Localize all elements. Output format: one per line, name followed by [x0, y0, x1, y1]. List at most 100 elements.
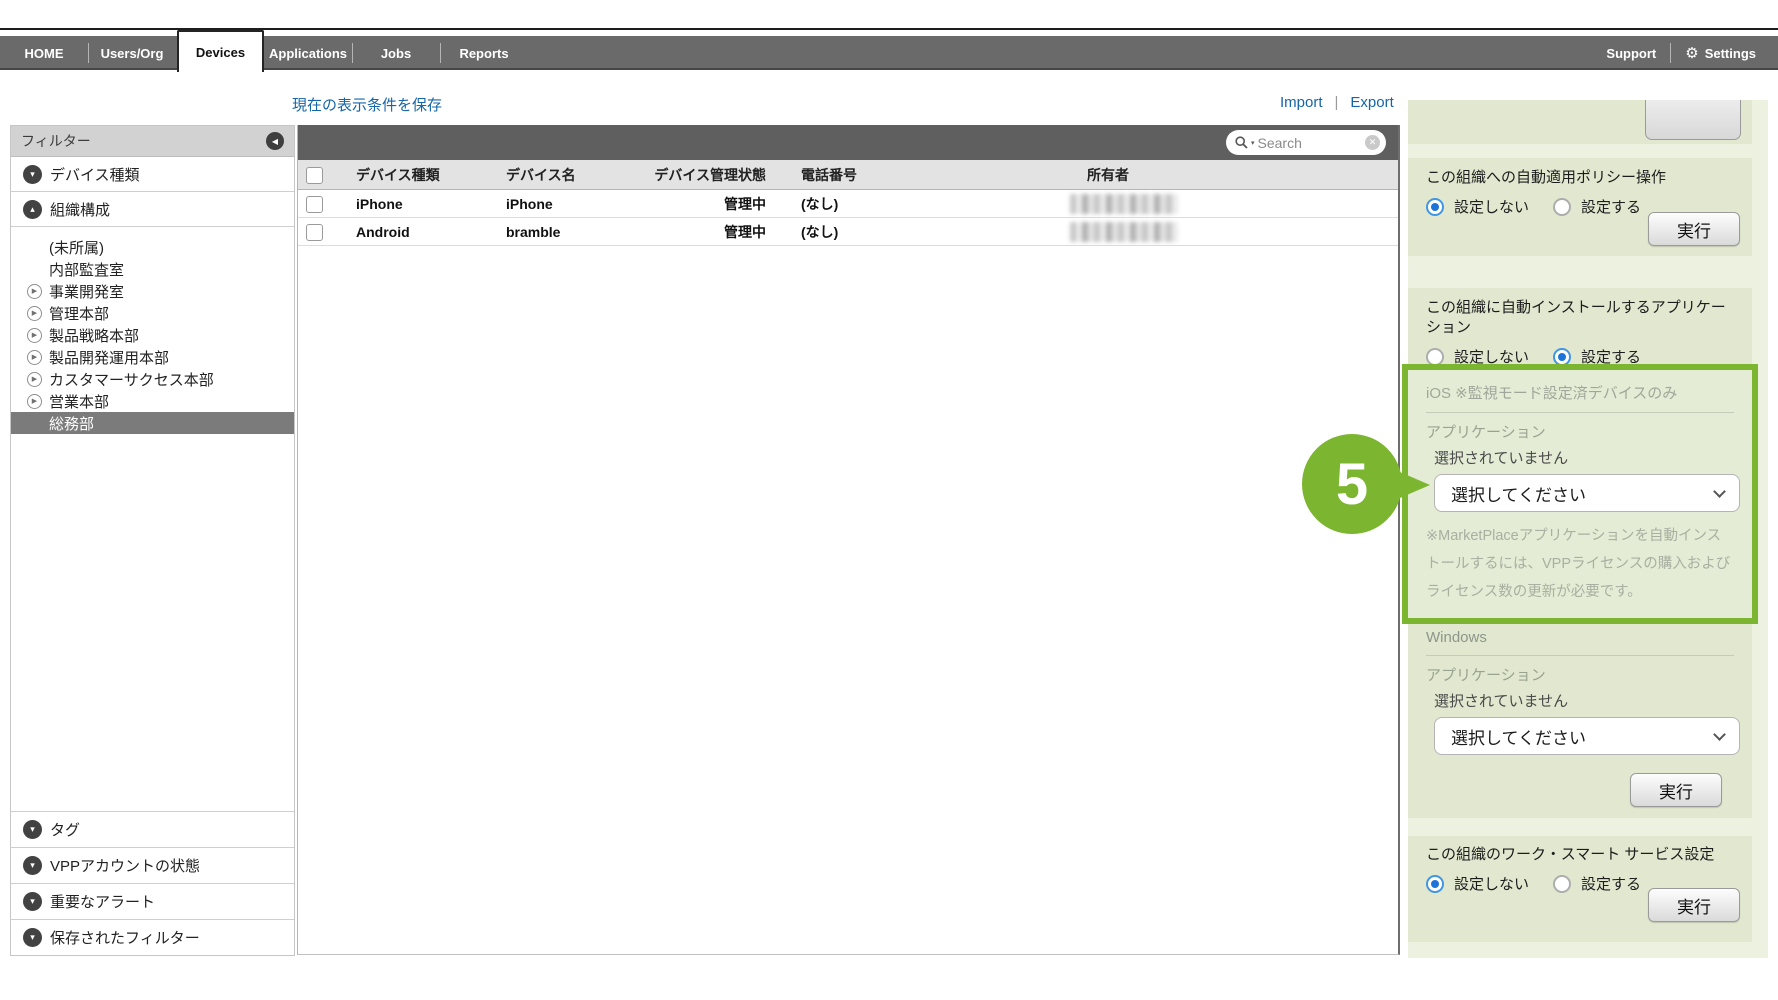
org-tree-item-unassigned[interactable]: (未所属) — [11, 236, 294, 258]
tree-expand-icon[interactable]: ▶ — [27, 350, 42, 365]
cell-owner-redacted — [1070, 194, 1178, 214]
settings-link[interactable]: Settings — [1705, 46, 1756, 61]
chevron-up-icon: ▴ — [23, 200, 42, 219]
device-table-area: ▾ ✕ デバイス種類 デバイス名 デバイス管理状態 電話番号 所有者 iPhon… — [297, 125, 1400, 955]
cell-device-name: iPhone — [506, 190, 553, 218]
search-input[interactable] — [1258, 135, 1362, 151]
radio-install-off[interactable] — [1426, 348, 1444, 366]
chevron-down-icon: ▾ — [23, 856, 42, 875]
app-root: HOME Users/Org Applications Jobs Reports… — [0, 0, 1778, 1000]
nav-item-applications[interactable]: Applications — [264, 36, 352, 70]
nav-tabs: HOME Users/Org Applications Jobs Reports — [0, 36, 528, 70]
ios-app-select[interactable]: 選択してください — [1434, 474, 1740, 512]
cell-phone: (なし) — [801, 190, 838, 218]
tree-expand-icon[interactable]: ▶ — [27, 372, 42, 387]
cell-device-name: bramble — [506, 218, 560, 246]
org-tree-item-general-affairs-selected[interactable]: 総務部 — [11, 412, 294, 434]
radio-install-on-selected[interactable] — [1553, 348, 1571, 366]
tab-devices-active[interactable]: Devices — [177, 30, 264, 72]
chevron-down-icon: ▾ — [23, 820, 42, 839]
chevron-down-icon: ▾ — [23, 928, 42, 947]
row-checkbox[interactable] — [306, 224, 323, 241]
org-tree-item-product-devops[interactable]: ▶ 製品開発運用本部 — [11, 346, 294, 368]
partial-execute-button[interactable] — [1645, 100, 1741, 140]
org-tree-item-business-dev[interactable]: ▶ 事業開発室 — [11, 280, 294, 302]
org-settings-panel: この組織への自動適用ポリシー操作 設定しない 設定する 実行 この組織に自動イン… — [1408, 100, 1768, 958]
section-label: タグ — [50, 819, 80, 840]
section-title: この組織への自動適用ポリシー操作 — [1426, 168, 1734, 188]
radio-policy-on[interactable] — [1553, 198, 1571, 216]
org-label: 製品開発運用本部 — [49, 347, 169, 368]
org-tree-item-admin-hq[interactable]: ▶ 管理本部 — [11, 302, 294, 324]
org-tree-item-internal-audit[interactable]: 内部監査室 — [11, 258, 294, 280]
save-view-conditions-link[interactable]: 現在の表示条件を保存 — [292, 94, 442, 115]
import-link[interactable]: Import — [1280, 94, 1323, 111]
sidebar-section-device-type[interactable]: ▾ デバイス種類 — [11, 157, 294, 192]
org-tree-item-sales-hq[interactable]: ▶ 営業本部 — [11, 390, 294, 412]
chevron-down-icon — [1713, 728, 1726, 741]
radio-label[interactable]: 設定する — [1581, 196, 1641, 217]
windows-app-select[interactable]: 選択してください — [1434, 717, 1740, 755]
sidebar-section-saved-filters[interactable]: ▾ 保存されたフィルター — [11, 919, 294, 955]
tree-expand-icon[interactable]: ▶ — [27, 284, 42, 299]
nav-item-home[interactable]: HOME — [0, 36, 88, 70]
column-header-phone[interactable]: 電話番号 — [801, 160, 857, 190]
windows-application-label: アプリケーション — [1426, 664, 1734, 685]
cell-owner-redacted — [1070, 222, 1178, 242]
row-checkbox[interactable] — [306, 196, 323, 213]
sidebar-spacer — [11, 434, 294, 811]
sidebar-section-tags[interactable]: ▾ タグ — [11, 811, 294, 847]
radio-label[interactable]: 設定しない — [1454, 196, 1529, 217]
radio-policy-off-selected[interactable] — [1426, 198, 1444, 216]
table-row[interactable]: Android bramble 管理中 (なし) — [298, 218, 1398, 246]
section-label: 組織構成 — [50, 199, 110, 220]
panel-section-auto-policy: この組織への自動適用ポリシー操作 設定しない 設定する 実行 — [1408, 158, 1752, 256]
sidebar-section-important-alerts[interactable]: ▾ 重要なアラート — [11, 883, 294, 919]
org-label: 管理本部 — [49, 303, 109, 324]
button-row: 実行 — [1426, 773, 1734, 807]
execute-policy-button[interactable]: 実行 — [1648, 212, 1740, 246]
clear-search-icon[interactable]: ✕ — [1365, 135, 1380, 150]
column-header-owner[interactable]: 所有者 — [1087, 160, 1129, 190]
nav-item-users-org[interactable]: Users/Org — [88, 36, 176, 70]
radio-worksmart-off-selected[interactable] — [1426, 875, 1444, 893]
cell-device-type: iPhone — [356, 190, 403, 218]
search-scope-caret-icon[interactable]: ▾ — [1251, 139, 1255, 147]
tree-expand-icon[interactable]: ▶ — [27, 328, 42, 343]
table-header-row: デバイス種類 デバイス名 デバイス管理状態 電話番号 所有者 — [298, 160, 1398, 190]
execute-worksmart-button[interactable]: 実行 — [1648, 888, 1740, 922]
nav-item-jobs[interactable]: Jobs — [352, 36, 440, 70]
radio-worksmart-on[interactable] — [1553, 875, 1571, 893]
execute-install-button[interactable]: 実行 — [1630, 773, 1722, 807]
column-header-mgmt-status[interactable]: デバイス管理状態 — [618, 160, 766, 190]
table-row[interactable]: iPhone iPhone 管理中 (なし) — [298, 190, 1398, 218]
column-header-device-name[interactable]: デバイス名 — [506, 160, 576, 190]
tree-expand-icon[interactable]: ▶ — [27, 306, 42, 321]
section-title: この組織のワーク・スマート サービス設定 — [1426, 845, 1734, 865]
sidebar-section-org-structure[interactable]: ▴ 組織構成 — [11, 192, 294, 227]
radio-label[interactable]: 設定する — [1581, 873, 1641, 894]
radio-label[interactable]: 設定しない — [1454, 873, 1529, 894]
select-all-checkbox[interactable] — [306, 167, 323, 184]
select-value: 選択してください — [1451, 724, 1586, 749]
windows-not-selected-text: 選択されていません — [1434, 690, 1734, 711]
nav-item-reports[interactable]: Reports — [440, 36, 528, 70]
org-label: 事業開発室 — [49, 281, 124, 302]
nav-separator — [1670, 43, 1671, 63]
cell-mgmt-status: 管理中 — [618, 190, 766, 218]
org-tree-item-product-strategy[interactable]: ▶ 製品戦略本部 — [11, 324, 294, 346]
support-link[interactable]: Support — [1606, 46, 1656, 61]
filter-title: フィルター — [21, 131, 266, 151]
tree-expand-icon[interactable]: ▶ — [27, 394, 42, 409]
chevron-down-icon: ▾ — [23, 165, 42, 184]
org-tree-item-customer-success[interactable]: ▶ カスタマーサクセス本部 — [11, 368, 294, 390]
column-header-device-type[interactable]: デバイス種類 — [356, 160, 440, 190]
nav-right-links: Support ⚙ Settings — [1606, 36, 1756, 70]
search-box[interactable]: ▾ ✕ — [1226, 130, 1386, 155]
collapse-sidebar-button[interactable]: ◀ — [266, 132, 284, 150]
sidebar-section-vpp-account-status[interactable]: ▾ VPPアカウントの状態 — [11, 847, 294, 883]
org-tree: (未所属) 内部監査室 ▶ 事業開発室 ▶ 管理本部 ▶ 製品戦略本部 ▶ 製品… — [11, 227, 294, 434]
ios-marketplace-note: ※MarketPlaceアプリケーションを自動インストールするには、VPPライセ… — [1426, 522, 1734, 606]
section-label: 保存されたフィルター — [50, 927, 200, 948]
export-link[interactable]: Export — [1350, 94, 1393, 111]
